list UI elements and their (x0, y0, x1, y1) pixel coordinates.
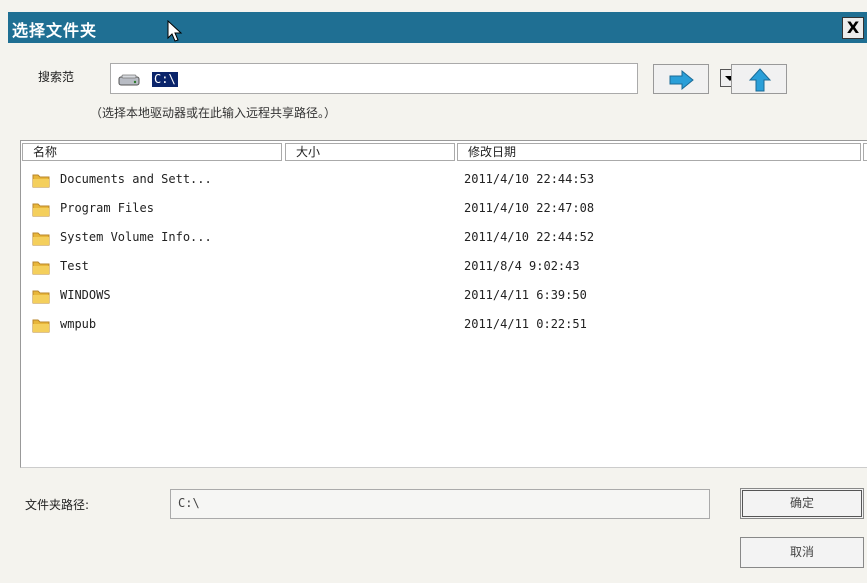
arrow-right-icon (669, 69, 694, 91)
folder-icon (32, 319, 50, 333)
list-item[interactable]: Documents and Sett... 2011/4/10 22:44:53 (31, 169, 731, 193)
cancel-button[interactable]: 取消 (740, 537, 864, 568)
column-header-extra[interactable] (863, 143, 867, 161)
column-header-name[interactable]: 名称 (22, 143, 282, 161)
list-item[interactable]: wmpub 2011/4/11 0:22:51 (31, 314, 731, 338)
column-header-size[interactable]: 大小 (285, 143, 455, 161)
folder-icon (32, 174, 50, 188)
list-item-date: 2011/8/4 9:02:43 (464, 259, 580, 273)
list-item-date: 2011/4/11 0:22:51 (464, 317, 587, 331)
drive-icon (118, 74, 140, 86)
arrow-up-icon (748, 68, 772, 92)
folder-list[interactable]: 名称 大小 修改日期 Documents and Sett... 2011/4/… (20, 140, 867, 468)
list-item-date: 2011/4/11 6:39:50 (464, 288, 587, 302)
close-button[interactable]: X (842, 17, 864, 39)
list-item-date: 2011/4/10 22:44:52 (464, 230, 595, 244)
list-item-name: Documents and Sett... (60, 172, 212, 186)
folder-icon (32, 261, 50, 275)
folder-icon (32, 203, 50, 217)
mouse-cursor-icon (167, 20, 183, 42)
list-item[interactable]: Test 2011/8/4 9:02:43 (31, 256, 731, 280)
go-button[interactable] (653, 64, 709, 94)
list-item-name: System Volume Info... (60, 230, 212, 244)
ok-button[interactable]: 确定 (740, 488, 864, 519)
look-in-combobox[interactable]: C:\ (110, 63, 739, 94)
folder-icon (32, 290, 50, 304)
list-item-name: Program Files (60, 201, 154, 215)
list-item-date: 2011/4/10 22:44:53 (464, 172, 595, 186)
list-item[interactable]: WINDOWS 2011/4/11 6:39:50 (31, 285, 731, 309)
list-item-date: 2011/4/10 22:47:08 (464, 201, 595, 215)
list-item[interactable]: System Volume Info... 2011/4/10 22:44:52 (31, 227, 731, 251)
folder-path-label: 文件夹路径: (25, 498, 90, 512)
title-bar: 选择文件夹 (8, 12, 867, 43)
up-folder-button[interactable] (731, 64, 787, 94)
list-item-name: Test (60, 259, 89, 273)
list-item-name: WINDOWS (60, 288, 111, 302)
window-title: 选择文件夹 (12, 21, 98, 40)
folder-path-input[interactable]: C:\ (170, 489, 710, 519)
folder-icon (32, 232, 50, 246)
list-item-name: wmpub (60, 317, 97, 331)
look-in-hint: （选择本地驱动器或在此输入远程共享路径。） (90, 106, 337, 120)
column-header-date[interactable]: 修改日期 (457, 143, 861, 161)
list-item[interactable]: Program Files 2011/4/10 22:47:08 (31, 198, 731, 222)
look-in-value: C:\ (152, 72, 178, 87)
look-in-label: 搜索范 (38, 70, 75, 84)
